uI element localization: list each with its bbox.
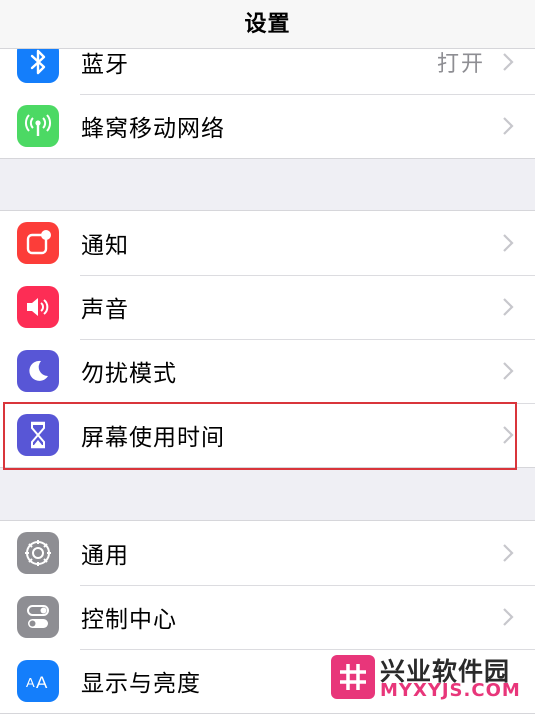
settings-row-cellular[interactable]: 蜂窝移动网络	[0, 94, 535, 158]
chevron-right-icon	[503, 234, 514, 252]
notifications-icon	[17, 222, 59, 264]
settings-row-label: 控制中心	[81, 607, 177, 633]
moon-icon	[17, 350, 59, 392]
chevron-right-icon	[503, 117, 514, 135]
settings-row-label: 声音	[81, 297, 129, 323]
watermark: 兴业软件园 MYXYJS.COM	[320, 650, 535, 712]
speaker-icon	[17, 286, 59, 328]
page-title: 设置	[244, 12, 291, 37]
chevron-right-icon	[503, 298, 514, 316]
svg-text:A: A	[36, 673, 48, 692]
settings-row-label: 蜂窝移动网络	[81, 116, 225, 142]
chevron-right-icon	[503, 362, 514, 380]
bluetooth-status-value: 打开	[436, 52, 485, 77]
toggles-icon	[17, 596, 59, 638]
chevron-right-icon	[503, 608, 514, 626]
gear-icon	[17, 532, 59, 574]
settings-row-sounds[interactable]: 声音	[0, 275, 535, 339]
settings-row-label: 通用	[81, 543, 129, 569]
text-size-icon: A A	[17, 660, 59, 702]
cellular-antenna-icon	[17, 105, 59, 147]
watermark-url: MYXYJS.COM	[380, 680, 521, 701]
settings-row-label: 通知	[81, 233, 129, 259]
settings-row-control-center[interactable]: 控制中心	[0, 585, 535, 649]
watermark-logo-icon	[331, 655, 375, 699]
settings-group-connectivity: 蓝牙 打开 蜂窝移动网络	[0, 30, 535, 159]
settings-row-label: 显示与亮度	[81, 671, 201, 697]
settings-row-general[interactable]: 通用	[0, 521, 535, 585]
settings-row-notifications[interactable]: 通知	[0, 211, 535, 275]
navigation-bar: 设置	[0, 0, 535, 49]
chevron-right-icon	[503, 544, 514, 562]
settings-row-do-not-disturb[interactable]: 勿扰模式	[0, 339, 535, 403]
svg-text:A: A	[26, 675, 35, 690]
highlight-box	[3, 402, 517, 470]
settings-row-label: 勿扰模式	[81, 361, 177, 387]
settings-row-label: 蓝牙	[81, 52, 129, 78]
chevron-right-icon	[503, 53, 514, 71]
